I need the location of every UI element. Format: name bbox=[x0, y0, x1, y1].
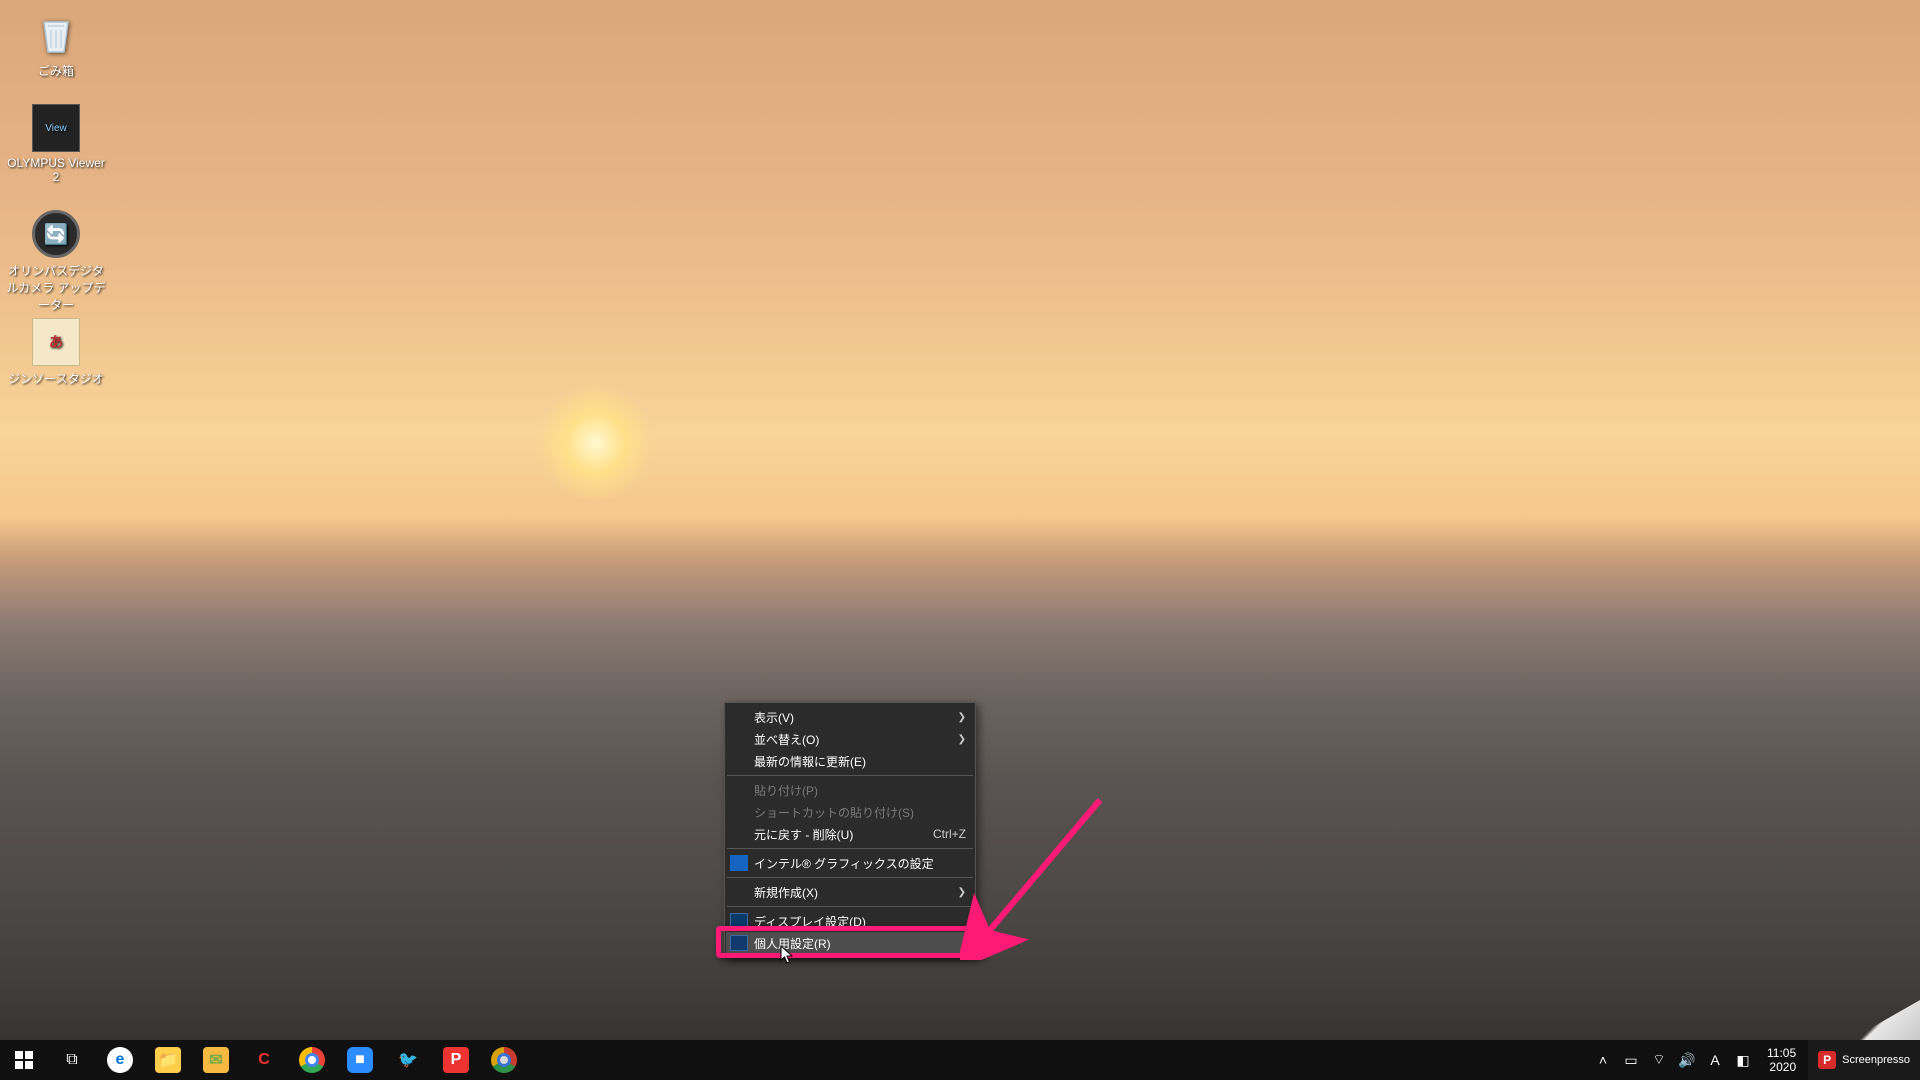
personalize-icon bbox=[730, 935, 748, 951]
ctx-label: 個人用設定(R) bbox=[754, 935, 831, 952]
file-explorer-icon: 📁 bbox=[155, 1047, 181, 1073]
taskbar-app-zoom[interactable]: ■ bbox=[336, 1040, 384, 1080]
tray-battery-icon[interactable]: ▭ bbox=[1621, 1052, 1641, 1069]
windows-logo-icon bbox=[15, 1051, 33, 1069]
taskbar: ⧉ e 📁 ✉ C ■ 🐦 P ˄ ▭ ⌔ 🔊 A ◧ 11:05 2020 P… bbox=[0, 1040, 1920, 1080]
recycle-bin-icon bbox=[32, 10, 80, 58]
blank-icon bbox=[730, 826, 748, 842]
taskbar-app-ccleaner[interactable]: C bbox=[240, 1040, 288, 1080]
task-view-button[interactable]: ⧉ bbox=[48, 1040, 96, 1080]
desktop-icon-jinsou-studio[interactable]: あ ジンソースタジオ bbox=[6, 318, 106, 387]
ccleaner-icon: C bbox=[251, 1047, 277, 1073]
ctx-label: 貼り付け(P) bbox=[754, 782, 818, 799]
zoom-icon: ■ bbox=[347, 1047, 373, 1073]
blank-icon bbox=[730, 804, 748, 820]
ctx-label: 新規作成(X) bbox=[754, 884, 818, 901]
task-view-icon: ⧉ bbox=[66, 1051, 77, 1069]
display-settings-icon bbox=[730, 913, 748, 929]
ctx-label: ショートカットの貼り付け(S) bbox=[754, 804, 914, 821]
tray-chevron-up-icon[interactable]: ˄ bbox=[1593, 1052, 1613, 1068]
taskbar-app-mail[interactable]: ✉ bbox=[192, 1040, 240, 1080]
taskbar-app-explorer[interactable]: 📁 bbox=[144, 1040, 192, 1080]
ctx-paste: 貼り付け(P) bbox=[726, 779, 974, 801]
desktop-icon-label: オリンパスデジタルカメラ アップデーター bbox=[6, 262, 106, 313]
taskbar-app-edge[interactable]: e bbox=[96, 1040, 144, 1080]
taskbar-app-chrome[interactable] bbox=[288, 1040, 336, 1080]
separator bbox=[727, 775, 973, 776]
chrome-icon bbox=[491, 1047, 517, 1073]
blank-icon bbox=[730, 753, 748, 769]
p-app-icon: P bbox=[443, 1047, 469, 1073]
page-curl-decoration bbox=[1850, 1000, 1920, 1040]
desktop-icon-label: ごみ箱 bbox=[6, 62, 106, 79]
blank-icon bbox=[730, 731, 748, 747]
desktop-icon-label: OLYMPUS Viewer 2 bbox=[6, 156, 106, 184]
tray-volume-icon[interactable]: 🔊 bbox=[1677, 1052, 1697, 1069]
chevron-right-icon: ❯ bbox=[958, 734, 966, 745]
ctx-label: 表示(V) bbox=[754, 709, 794, 726]
ctx-personalize[interactable]: 個人用設定(R) bbox=[726, 932, 974, 954]
separator bbox=[727, 906, 973, 907]
ctx-sort[interactable]: 並べ替え(O) ❯ bbox=[726, 728, 974, 750]
tray-ime-icon[interactable]: ◧ bbox=[1733, 1052, 1753, 1069]
intel-icon bbox=[730, 855, 748, 871]
ctx-intel-graphics[interactable]: インテル® グラフィックスの設定 bbox=[726, 852, 974, 874]
bird-icon: 🐦 bbox=[395, 1047, 421, 1073]
ctx-paste-shortcut: ショートカットの貼り付け(S) bbox=[726, 801, 974, 823]
tray-ime-indicator[interactable]: A bbox=[1705, 1052, 1725, 1068]
jinsou-studio-icon: あ bbox=[32, 318, 80, 366]
screenpresso-logo-icon: P bbox=[1818, 1051, 1836, 1069]
ctx-label: ディスプレイ設定(D) bbox=[754, 913, 866, 930]
ctx-view[interactable]: 表示(V) ❯ bbox=[726, 706, 974, 728]
screenpresso-label: Screenpresso bbox=[1842, 1054, 1910, 1066]
clock-time: 11:05 bbox=[1767, 1046, 1796, 1060]
chevron-right-icon: ❯ bbox=[958, 712, 966, 723]
desktop-context-menu: 表示(V) ❯ 並べ替え(O) ❯ 最新の情報に更新(E) 貼り付け(P) ショ… bbox=[724, 702, 976, 958]
ctx-label: 並べ替え(O) bbox=[754, 731, 819, 748]
clock-date: 2020 bbox=[1767, 1060, 1796, 1074]
taskbar-app-bird[interactable]: 🐦 bbox=[384, 1040, 432, 1080]
olympus-updater-icon: 🔄 bbox=[32, 210, 80, 258]
ctx-label: 最新の情報に更新(E) bbox=[754, 753, 866, 770]
ctx-label: インテル® グラフィックスの設定 bbox=[754, 855, 934, 872]
ctx-new[interactable]: 新規作成(X) ❯ bbox=[726, 881, 974, 903]
taskbar-clock[interactable]: 11:05 2020 bbox=[1761, 1046, 1802, 1074]
mail-icon: ✉ bbox=[203, 1047, 229, 1073]
system-tray: ˄ ▭ ⌔ 🔊 A ◧ 11:05 2020 bbox=[1587, 1046, 1808, 1074]
separator bbox=[727, 848, 973, 849]
taskbar-app-chrome-2[interactable] bbox=[480, 1040, 528, 1080]
ctx-refresh[interactable]: 最新の情報に更新(E) bbox=[726, 750, 974, 772]
tray-wifi-icon[interactable]: ⌔ bbox=[1649, 1051, 1669, 1069]
annotation-arrow bbox=[960, 790, 1120, 960]
ctx-label: 元に戻す - 削除(U) bbox=[754, 826, 853, 843]
start-button[interactable] bbox=[0, 1040, 48, 1080]
blank-icon bbox=[730, 884, 748, 900]
screenpresso-widget[interactable]: P Screenpresso bbox=[1808, 1040, 1920, 1080]
blank-icon bbox=[730, 709, 748, 725]
chrome-icon bbox=[299, 1047, 325, 1073]
olympus-viewer-icon: View bbox=[32, 104, 80, 152]
edge-icon: e bbox=[107, 1047, 133, 1073]
ctx-undo[interactable]: 元に戻す - 削除(U) Ctrl+Z bbox=[726, 823, 974, 845]
ctx-display-settings[interactable]: ディスプレイ設定(D) bbox=[726, 910, 974, 932]
desktop[interactable]: ごみ箱 View OLYMPUS Viewer 2 🔄 オリンパスデジタルカメラ… bbox=[0, 0, 1920, 1080]
chevron-right-icon: ❯ bbox=[958, 887, 966, 898]
desktop-icon-label: ジンソースタジオ bbox=[6, 370, 106, 387]
blank-icon bbox=[730, 782, 748, 798]
separator bbox=[727, 877, 973, 878]
ctx-shortcut: Ctrl+Z bbox=[933, 827, 966, 841]
taskbar-app-p[interactable]: P bbox=[432, 1040, 480, 1080]
desktop-icon-recycle-bin[interactable]: ごみ箱 bbox=[6, 10, 106, 79]
desktop-icon-olympus-updater[interactable]: 🔄 オリンパスデジタルカメラ アップデーター bbox=[6, 210, 106, 313]
desktop-icon-olympus-viewer[interactable]: View OLYMPUS Viewer 2 bbox=[6, 104, 106, 184]
